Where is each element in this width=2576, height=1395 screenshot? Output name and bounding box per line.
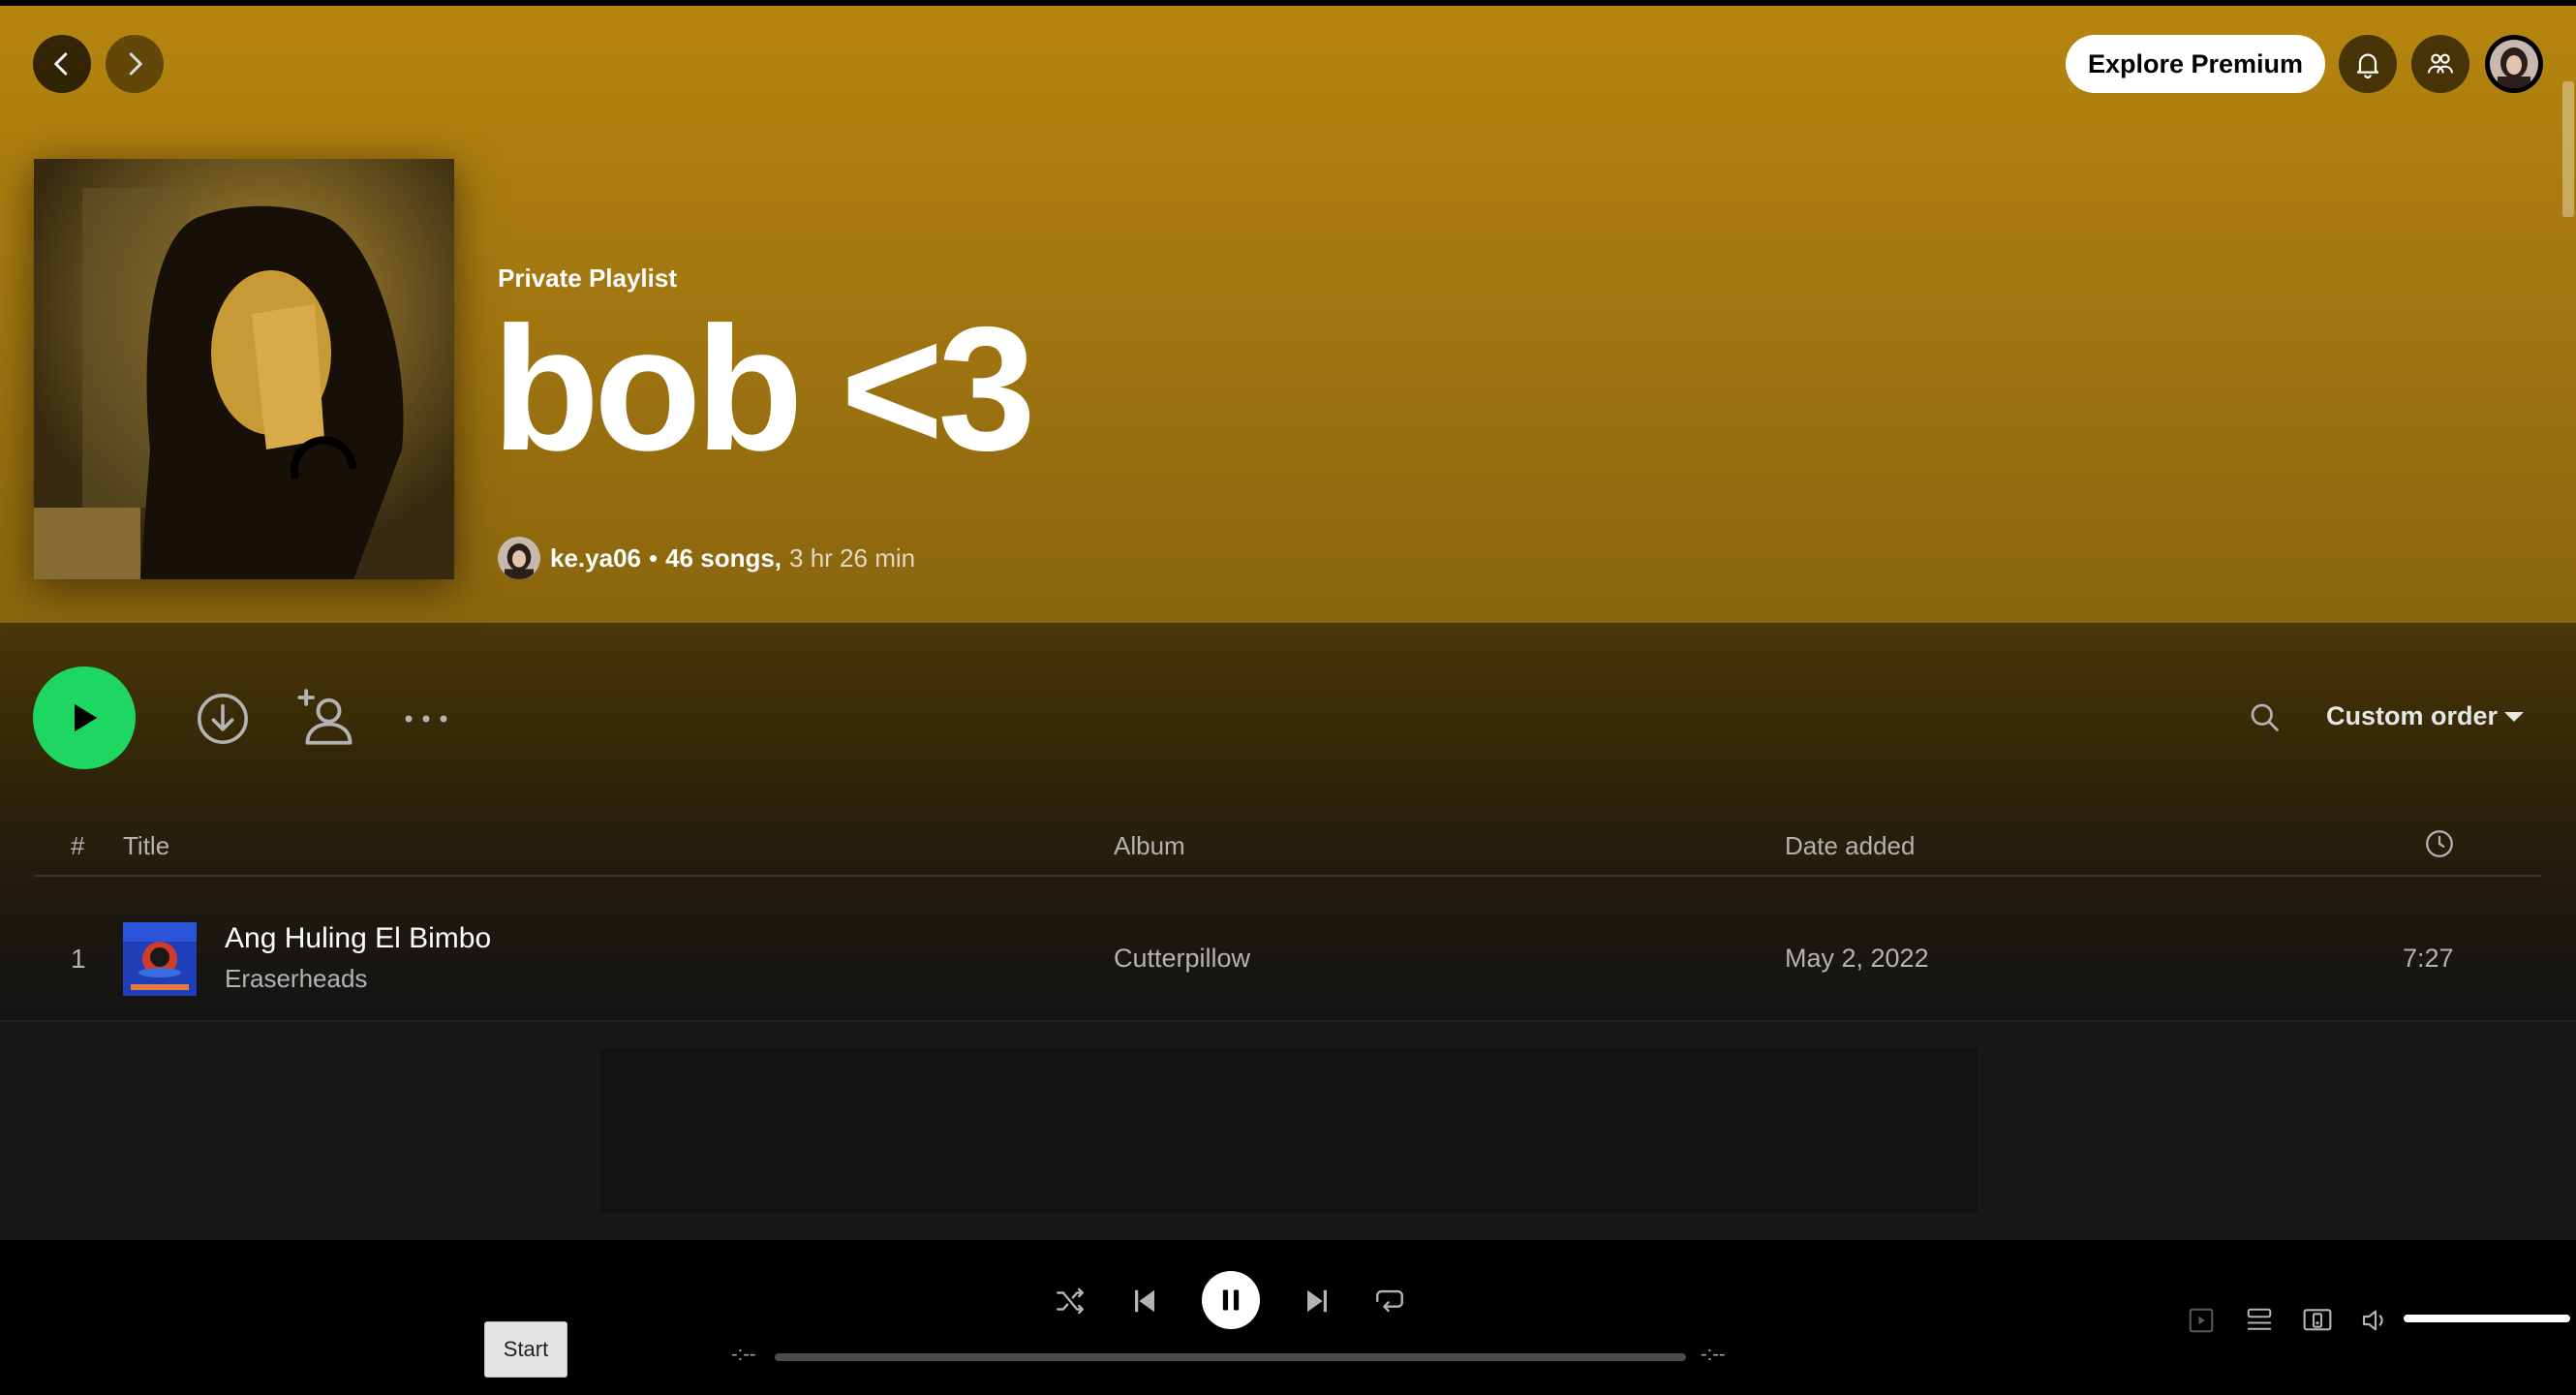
play-icon — [75, 703, 98, 732]
song-count: 46 songs, — [665, 542, 782, 573]
previous-button[interactable] — [1127, 1284, 1162, 1318]
ad-placeholder — [600, 1048, 1978, 1213]
mute-button[interactable] — [2359, 1304, 2392, 1337]
clock-icon — [2426, 830, 2453, 857]
invite-collaborator-button[interactable] — [291, 686, 356, 752]
track-number: 1 — [71, 944, 86, 974]
now-playing-view-button[interactable] — [2185, 1304, 2218, 1337]
search-in-playlist-button[interactable] — [2245, 698, 2284, 736]
add-user-icon — [297, 689, 353, 745]
row-divider — [0, 1020, 2576, 1021]
column-date-added[interactable]: Date added — [1785, 831, 1915, 861]
scrollbar[interactable] — [2562, 81, 2574, 217]
time-total: -:-- — [1701, 1344, 1726, 1365]
friends-icon — [2427, 53, 2454, 74]
start-tooltip: Start — [484, 1321, 567, 1378]
owner-avatar[interactable] — [498, 537, 540, 579]
playlist-meta: ke.ya06 • 46 songs, 3 hr 26 min — [498, 537, 915, 579]
next-button[interactable] — [1300, 1284, 1334, 1318]
skip-back-icon — [1135, 1289, 1154, 1313]
column-album[interactable]: Album — [1114, 831, 1185, 861]
back-button[interactable] — [33, 35, 91, 93]
more-options-button[interactable] — [397, 690, 455, 748]
bell-icon — [2356, 53, 2379, 79]
tracklist-header: # Title Album Date added — [34, 822, 2542, 877]
chevron-left-icon — [54, 52, 68, 76]
track-date-added: May 2, 2022 — [1785, 944, 1929, 973]
play-button[interactable] — [33, 666, 136, 769]
queue-button[interactable] — [2243, 1304, 2276, 1337]
track-duration: 7:27 — [2403, 944, 2454, 973]
pause-icon — [1222, 1289, 1240, 1311]
more-icon — [405, 715, 447, 723]
devices-icon — [2303, 1309, 2332, 1331]
chevron-right-icon — [129, 52, 142, 76]
shuffle-icon — [1057, 1287, 1084, 1315]
volume-icon — [2362, 1310, 2383, 1331]
explore-premium-button[interactable]: Explore Premium — [2066, 35, 2325, 93]
download-icon — [198, 694, 248, 744]
track-album[interactable]: Cutterpillow — [1114, 944, 1250, 974]
track-album-art — [123, 922, 197, 996]
repeat-button[interactable] — [1372, 1284, 1407, 1318]
column-duration[interactable] — [2423, 827, 2456, 867]
page-title: bob <3 — [492, 290, 1036, 487]
meta-separator: • — [648, 542, 659, 573]
pause-button[interactable] — [1202, 1271, 1260, 1329]
shuffle-button[interactable] — [1053, 1284, 1088, 1318]
download-button[interactable] — [194, 690, 252, 748]
connect-device-button[interactable] — [2301, 1304, 2334, 1337]
track-artist[interactable]: Eraserheads — [225, 964, 367, 994]
playlist-cover-image[interactable] — [34, 159, 454, 579]
chevron-down-icon[interactable] — [2502, 709, 2526, 725]
volume-slider[interactable] — [2404, 1315, 2570, 1322]
column-number: # — [71, 831, 85, 860]
now-playing-icon — [2189, 1308, 2214, 1333]
column-title[interactable]: Title — [123, 831, 169, 861]
playlist-duration: 3 hr 26 min — [789, 542, 916, 573]
search-icon — [2251, 703, 2279, 731]
profile-avatar-button[interactable] — [2485, 35, 2543, 93]
friend-activity-button[interactable] — [2411, 35, 2469, 93]
notifications-button[interactable] — [2339, 35, 2397, 93]
queue-icon — [2247, 1308, 2272, 1330]
avatar — [2490, 40, 2538, 88]
sort-order-dropdown[interactable]: Custom order — [2326, 701, 2498, 731]
repeat-icon — [1376, 1289, 1403, 1313]
playback-progress-bar[interactable] — [775, 1353, 1686, 1361]
forward-button[interactable] — [106, 35, 164, 93]
time-elapsed: -:-- — [731, 1344, 756, 1365]
skip-forward-icon — [1307, 1289, 1327, 1313]
table-row[interactable]: 1 Ang Huling El Bimbo Eraserheads Cutter… — [34, 911, 2542, 1008]
track-title[interactable]: Ang Huling El Bimbo — [225, 922, 491, 955]
owner-name-link[interactable]: ke.ya06 — [550, 543, 641, 574]
